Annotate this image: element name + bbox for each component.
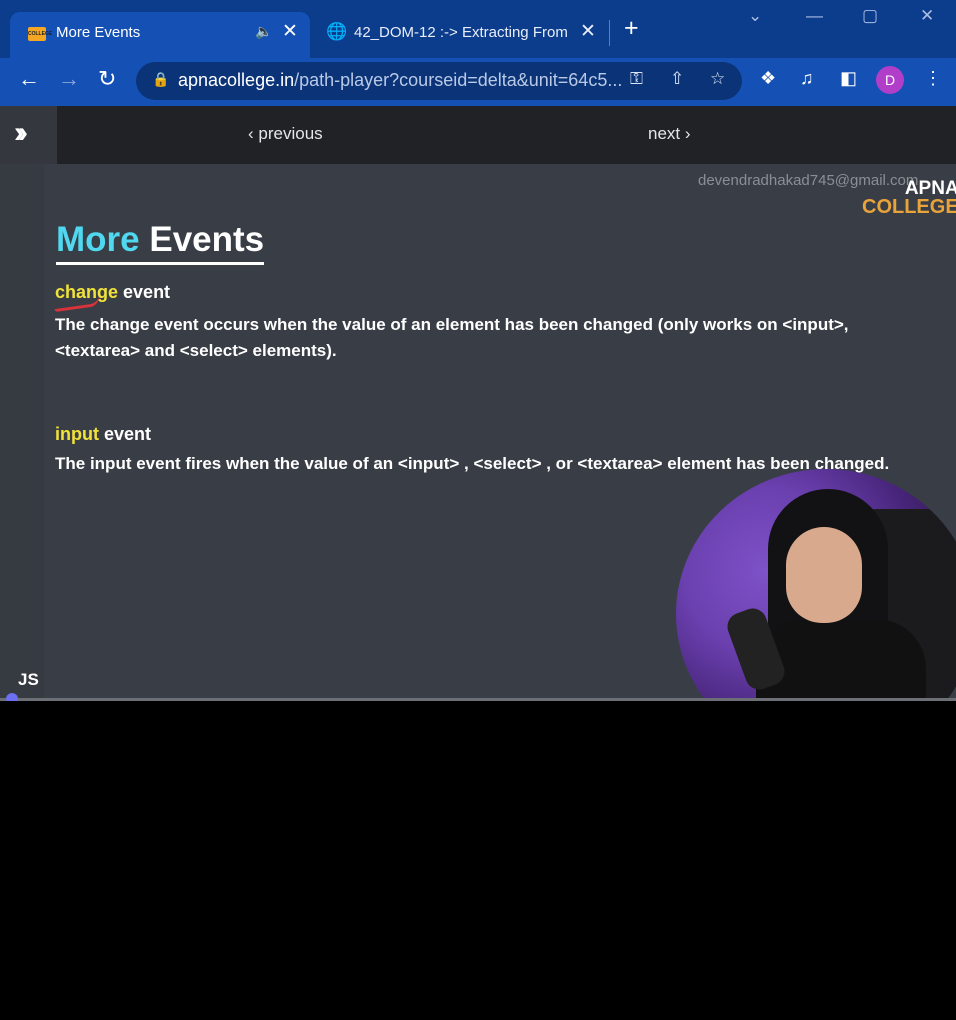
address-bar[interactable]: 🔒 apnacollege.in/path-player?courseid=de… — [136, 62, 742, 100]
title-part1: More — [56, 220, 140, 259]
close-icon[interactable]: ✕ — [282, 20, 298, 43]
course-label: JS — [18, 670, 39, 689]
extensions-icon[interactable]: ❖ — [760, 68, 776, 89]
next-button[interactable]: next › — [648, 124, 691, 144]
lock-icon[interactable]: 🔒 — [152, 71, 169, 88]
star-icon[interactable]: ☆ — [710, 69, 725, 89]
event-keyword: input — [55, 424, 99, 444]
video-player[interactable]: devendradhakad745@gmail.com APNA COLLEGE… — [0, 164, 956, 700]
input-event-heading: input event — [55, 424, 151, 445]
slide-title: More Events — [56, 220, 265, 265]
back-arrow-icon[interactable]: ← — [18, 66, 40, 92]
apna-college-logo: APNA COLLEGE — [862, 179, 956, 218]
maximize-icon[interactable]: ▢ — [862, 6, 878, 26]
next-label: next — [648, 124, 681, 143]
tab-favicon: COLLEGE — [28, 27, 52, 41]
tab-divider — [609, 20, 610, 46]
logo-line2: COLLEGE — [862, 196, 956, 218]
minimize-icon[interactable]: — — [806, 6, 823, 26]
slide-margin — [0, 164, 44, 700]
forward-arrow-icon[interactable]: → — [58, 66, 80, 92]
sidebar-toggle-button[interactable]: ›› — [0, 106, 57, 164]
close-icon[interactable]: ✕ — [580, 20, 596, 43]
presenter-face — [786, 527, 862, 623]
media-control-icon[interactable]: ♫ — [800, 68, 814, 89]
browser-toolbar: ← → ↻ 🔒 apnacollege.in/path-player?cours… — [0, 58, 956, 106]
browser-tab-strip: COLLEGE More Events 🔈 ✕ 🌐 42_DOM-12 :-> … — [0, 0, 956, 58]
event-suffix: event — [118, 282, 171, 302]
url-text[interactable]: apnacollege.in/path-player?courseid=delt… — [178, 70, 622, 91]
event-suffix: event — [98, 424, 152, 444]
title-part2: Events — [149, 220, 265, 259]
url-path: /path-player?courseid=delta&unit=64c5... — [294, 70, 623, 90]
tab-more-events[interactable]: COLLEGE More Events 🔈 ✕ — [10, 12, 310, 58]
window-close-icon[interactable]: ✕ — [920, 6, 934, 26]
video-letterbox — [0, 701, 956, 1020]
change-event-description: The change event occurs when the value o… — [55, 315, 849, 360]
speaker-icon[interactable]: 🔈 — [255, 23, 272, 40]
reload-icon[interactable]: ↻ — [98, 66, 116, 92]
previous-label: previous — [258, 124, 323, 143]
presenter-body — [756, 619, 926, 700]
globe-icon: 🌐 — [326, 22, 348, 41]
tab-search-icon[interactable]: ⌄ — [748, 6, 762, 26]
previous-button[interactable]: ‹ previous — [248, 124, 323, 144]
kebab-menu-icon[interactable]: ⋮ — [924, 68, 942, 89]
double-chevron-right-icon: ›› — [14, 116, 28, 149]
share-icon[interactable]: ⇧ — [670, 69, 684, 89]
profile-avatar[interactable]: D — [876, 66, 904, 94]
player-nav-bar: ›› ‹ previous next › — [0, 106, 956, 164]
tab-extracting-from-index[interactable]: 🌐 42_DOM-12 :-> Extracting From Index ✕ — [318, 12, 608, 58]
new-tab-icon[interactable]: + — [624, 14, 639, 43]
side-panel-icon[interactable]: ◧ — [840, 68, 857, 89]
tab-title: 42_DOM-12 :-> Extracting From Index — [354, 24, 570, 41]
url-host: apnacollege.in — [178, 70, 295, 90]
key-icon[interactable]: ⚿ — [630, 69, 643, 89]
tab-title: More Events — [56, 24, 141, 41]
presenter-webcam — [676, 469, 956, 700]
